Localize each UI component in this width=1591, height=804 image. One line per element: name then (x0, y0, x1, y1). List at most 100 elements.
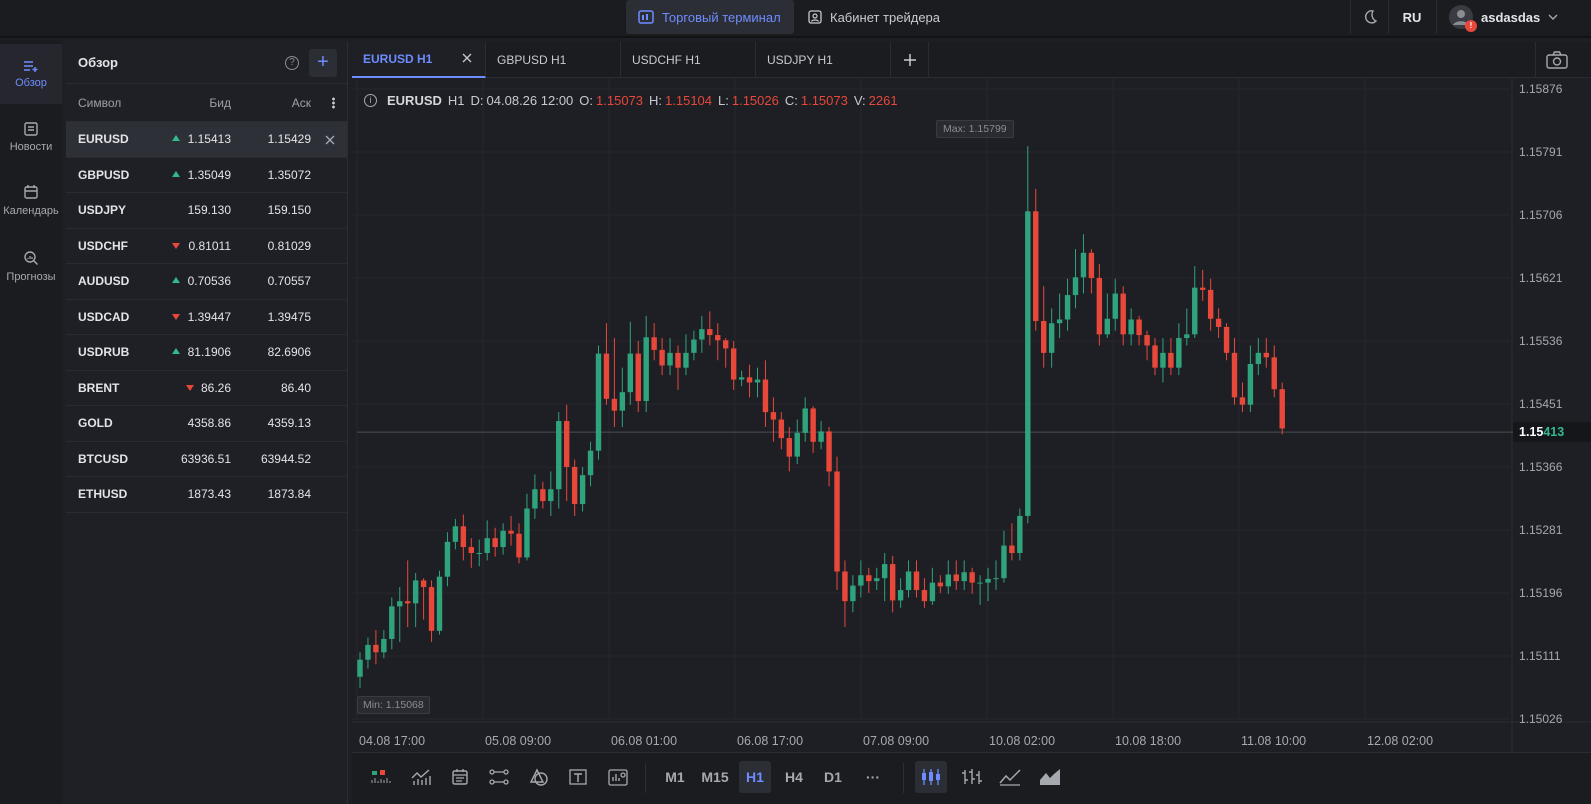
close-icon[interactable] (461, 52, 473, 64)
tab-gbpusd-h1[interactable]: GBPUSD H1 (486, 42, 621, 78)
ohlc-close-label: C: (784, 93, 798, 108)
trading-terminal-tab[interactable]: Торговый терминал (626, 0, 794, 34)
candle-body (1001, 545, 1007, 579)
candle-body (389, 606, 395, 639)
trader-cabinet-tab[interactable]: Кабинет трейдера (796, 0, 956, 34)
candle-body (1255, 352, 1262, 364)
info-icon[interactable]: i (364, 94, 377, 107)
symbol-name: AUDUSD (78, 274, 130, 289)
candle-body (476, 552, 482, 554)
column-bid[interactable]: Бид (209, 96, 231, 110)
sidebar-item-calendar[interactable]: Календарь (0, 170, 62, 230)
theme-toggle-button[interactable] (1350, 0, 1388, 34)
help-icon[interactable]: ? (285, 56, 299, 70)
candle-body (619, 392, 626, 411)
candle-body (1184, 334, 1190, 339)
watchlist-row-gold[interactable]: GOLD 4358.86 4359.13 (66, 406, 347, 442)
price-up-icon (172, 348, 180, 354)
candle-body (1041, 320, 1047, 353)
column-ask[interactable]: Аск (292, 96, 311, 110)
candles-type-button[interactable] (915, 761, 947, 793)
timeframe-d1[interactable]: D1 (816, 761, 850, 793)
watchlist-row-usdrub[interactable]: USDRUB 81.1906 82.6906 (66, 335, 347, 371)
watchlist-row-usdjpy[interactable]: USDJPY 159.130 159.150 (66, 193, 347, 229)
notification-badge: ! (1465, 20, 1477, 32)
user-menu[interactable]: ! asdasdas (1436, 0, 1562, 34)
candle-body (1072, 277, 1079, 296)
candlestick-chart[interactable]: 1.15876 1.15791 1.15706 1.15621 1.15536 1.154… (352, 78, 1591, 752)
watchlist-row-eurusd[interactable]: EURUSD 1.15413 1.15429 (66, 122, 347, 158)
time-tick-label: 06.08 01:00 (611, 734, 677, 748)
more-label: ··· (866, 769, 880, 785)
language-selector[interactable]: RU (1388, 0, 1435, 34)
column-symbol[interactable]: Символ (78, 96, 121, 110)
more-options-icon[interactable] (332, 97, 335, 109)
sidebar-item-news[interactable]: Новости (0, 107, 62, 167)
ask-price: 1873.84 (267, 487, 311, 502)
chart-area[interactable]: 1.15876 1.15791 1.15706 1.15621 1.15536 1.154… (352, 78, 1591, 752)
trendline-tool-button[interactable] (483, 761, 515, 793)
candle-body (373, 644, 379, 653)
shapes-tool-button[interactable] (523, 761, 555, 793)
min-price-label: Min: 1.15068 (357, 696, 430, 714)
volume-indicator-button[interactable] (365, 761, 397, 793)
candle-body (405, 601, 411, 604)
candle-body (937, 582, 944, 587)
watchlist-row-brent[interactable]: BRENT 86.26 86.40 (66, 371, 347, 406)
tab-eurusd-h1[interactable]: EURUSD H1 (352, 42, 486, 78)
chart-toolbar: M1 M15 H1 H4 D1 ··· (352, 752, 1591, 804)
candle-body (1048, 323, 1055, 353)
symbol-name: USDRUB (78, 345, 130, 360)
watchlist-rows: EURUSD 1.15413 1.15429 GBPUSD 1.35049 1.35072… (66, 122, 347, 513)
candle-body (556, 421, 562, 490)
text-tool-button[interactable] (562, 761, 594, 793)
candle-body (834, 471, 840, 572)
timeframe-h4[interactable]: H4 (777, 761, 811, 793)
price-tick-label: 1.15791 (1519, 145, 1563, 159)
timeframe-label: H4 (785, 769, 803, 785)
candle-body (381, 638, 387, 653)
candle-body (723, 340, 729, 349)
watchlist-row-btcusd[interactable]: BTCUSD 63936.51 63944.52 (66, 442, 347, 477)
ohlc-open: 1.15073 (596, 93, 644, 108)
timeframe-m15[interactable]: M15 (696, 761, 734, 793)
watchlist-row-usdcad[interactable]: USDCAD 1.39447 1.39475 (66, 300, 347, 335)
more-timeframes-button[interactable]: ··· (856, 761, 890, 793)
remove-symbol-icon[interactable] (325, 134, 335, 145)
indicators-button[interactable] (405, 761, 437, 793)
events-button[interactable] (444, 761, 476, 793)
area-type-button[interactable] (1034, 761, 1066, 793)
current-price-main: 1.15 (1519, 425, 1544, 439)
chart-settings-button[interactable] (602, 761, 634, 793)
watchlist-row-usdchf[interactable]: USDCHF 0.81011 0.81029 (66, 229, 347, 264)
left-sidebar: Обзор Новости Календарь Прогнозы (0, 40, 62, 804)
watchlist-row-ethusd[interactable]: ETHUSD 1873.43 1873.84 (66, 477, 347, 513)
candle-body (1176, 338, 1182, 368)
bars-type-button[interactable] (955, 761, 987, 793)
watchlist-row-gbpusd[interactable]: GBPUSD 1.35049 1.35072 (66, 158, 347, 193)
candle-body (977, 582, 983, 584)
symbol-name: ETHUSD (78, 487, 128, 502)
time-tick-label: 06.08 17:00 (737, 734, 803, 748)
candle-body (579, 475, 586, 505)
candle-body (699, 329, 705, 340)
add-symbol-button[interactable]: + (309, 49, 337, 77)
screenshot-button[interactable] (1535, 42, 1591, 78)
ask-price: 82.6906 (267, 345, 311, 360)
timeframe-h1[interactable]: H1 (739, 761, 771, 793)
candle-body (667, 352, 673, 366)
price-tick-label: 1.15196 (1519, 586, 1563, 600)
candle-body (460, 526, 467, 548)
sidebar-item-overview[interactable]: Обзор (0, 44, 62, 104)
line-chart-icon (999, 769, 1021, 786)
candle-body (397, 601, 403, 607)
line-type-button[interactable] (994, 761, 1026, 793)
sidebar-item-forecasts[interactable]: Прогнозы (0, 236, 62, 296)
tab-usdjpy-h1[interactable]: USDJPY H1 (756, 42, 891, 78)
candle-body (762, 379, 769, 413)
timeframe-m1[interactable]: M1 (658, 761, 692, 793)
add-tab-button[interactable] (891, 42, 929, 78)
watchlist-row-audusd[interactable]: AUDUSD 0.70536 0.70557 (66, 264, 347, 300)
tab-usdchf-h1[interactable]: USDCHF H1 (621, 42, 756, 78)
candle-body (468, 547, 474, 553)
